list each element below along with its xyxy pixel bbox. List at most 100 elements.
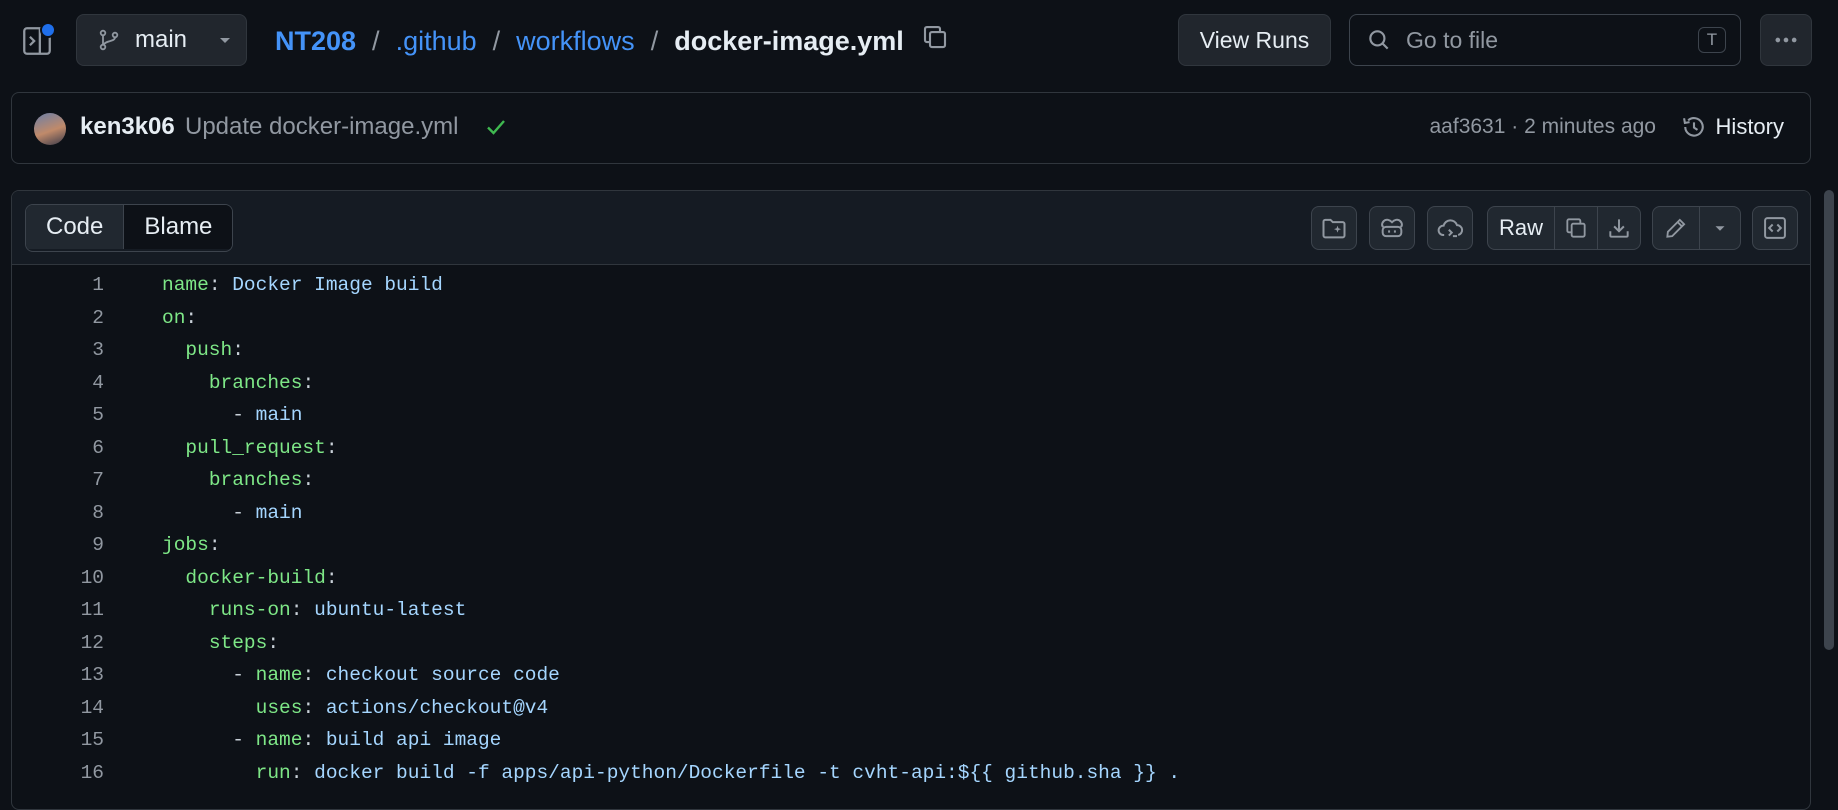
avatar[interactable] — [34, 113, 66, 145]
yaml-key: docker-build — [185, 566, 326, 589]
code-text: steps: — [208, 631, 280, 654]
breadcrumb-current-file: docker-image.yml — [674, 25, 904, 56]
breadcrumb-github-link[interactable]: .github — [396, 26, 477, 57]
commit-sha-time[interactable]: aaf3631 · 2 minutes ago — [1430, 115, 1657, 139]
yaml-key: branches — [208, 371, 303, 394]
yaml-key: branches — [208, 469, 303, 491]
view-runs-button[interactable]: View Runs — [1178, 14, 1331, 66]
history-label: History — [1715, 114, 1784, 139]
line-number[interactable]: 5 — [12, 399, 104, 431]
search-input[interactable] — [1406, 26, 1686, 54]
yaml-value: Docker Image build — [232, 274, 443, 296]
open-in-folder-button[interactable] — [1311, 206, 1357, 250]
line-number[interactable]: 14 — [12, 692, 104, 724]
yaml-value: docker build -f apps/api-python/Dockerfi… — [314, 761, 1181, 784]
download-button[interactable] — [1598, 207, 1640, 249]
code-line: 10 docker-build: — [12, 562, 1810, 594]
code-line: 16 run: docker build -f apps/api-python/… — [12, 757, 1810, 789]
line-number[interactable]: 3 — [12, 334, 104, 366]
code-line: 13 - name: checkout source code — [12, 659, 1810, 691]
branch-selector-button[interactable]: main — [76, 14, 247, 66]
yaml-value: actions/checkout@v4 — [325, 696, 549, 719]
keyboard-shortcut-badge: T — [1698, 27, 1726, 53]
line-number[interactable]: 15 — [12, 724, 104, 756]
copy-icon — [1566, 218, 1586, 238]
code-line: 9 jobs: — [12, 529, 1810, 561]
breadcrumb-repo-link[interactable]: NT208 — [275, 26, 356, 57]
breadcrumb-separator: / — [492, 25, 501, 56]
raw-copy-download-group: Raw — [1487, 206, 1641, 250]
yaml-value: checkout source code — [325, 664, 560, 686]
yaml-key: steps — [208, 631, 268, 654]
code-text: - main — [162, 404, 303, 426]
code-text: - name: build api image — [162, 729, 502, 751]
code-line: 6 pull_request: — [12, 432, 1810, 464]
code-text: run: docker build -f apps/api-python/Doc… — [255, 761, 1181, 784]
history-button[interactable]: History — [1680, 109, 1784, 145]
line-number[interactable]: 9 — [12, 529, 104, 561]
copilot-button[interactable] — [1369, 206, 1415, 250]
copy-path-button[interactable] — [920, 22, 952, 58]
check-icon[interactable] — [484, 115, 508, 139]
edit-button-group — [1652, 206, 1741, 250]
go-to-file-search[interactable]: T — [1349, 14, 1741, 66]
code-text: runs-on: ubuntu-latest — [208, 599, 467, 621]
breadcrumb: NT208 / .github / workflows / docker-ima… — [275, 20, 904, 62]
line-number[interactable]: 10 — [12, 562, 104, 594]
more-options-button[interactable] — [1760, 14, 1812, 66]
tab-blame[interactable]: Blame — [124, 205, 233, 249]
file-viewer: Code Blame Raw 1 name: Docker Image buil… — [11, 190, 1811, 810]
code-line: 7 branches: — [12, 464, 1810, 496]
code-text: push: — [185, 339, 244, 361]
edit-file-button[interactable] — [1653, 207, 1700, 249]
copy-raw-button[interactable] — [1555, 207, 1598, 249]
yaml-key: name — [162, 274, 209, 296]
raw-label: Raw — [1499, 215, 1544, 240]
line-number[interactable]: 2 — [12, 302, 104, 334]
code-line: 3 push: — [12, 334, 1810, 366]
yaml-value: ubuntu-latest — [314, 599, 467, 621]
code-text: uses: actions/checkout@v4 — [255, 696, 549, 719]
yaml-key: run — [255, 761, 291, 784]
file-directory-sparkle-icon — [1322, 218, 1346, 239]
line-number[interactable]: 12 — [12, 627, 104, 659]
symbols-panel-button[interactable] — [1752, 206, 1798, 250]
line-number[interactable]: 11 — [12, 594, 104, 626]
sidebar-toggle-button[interactable] — [20, 22, 56, 58]
code-line: 14 uses: actions/checkout@v4 — [12, 692, 1810, 724]
line-number[interactable]: 1 — [12, 269, 104, 301]
branch-name: main — [135, 26, 188, 53]
raw-button[interactable]: Raw — [1488, 207, 1555, 249]
commit-author[interactable]: ken3k06 — [80, 113, 175, 141]
yaml-key: name — [255, 664, 303, 686]
tab-code[interactable]: Code — [26, 205, 125, 249]
caret-down-icon — [1715, 226, 1725, 231]
code-text: pull_request: — [185, 436, 338, 459]
breadcrumb-separator: / — [372, 25, 380, 56]
line-number[interactable]: 7 — [12, 464, 104, 496]
code-square-icon — [1764, 217, 1786, 239]
line-number[interactable]: 6 — [12, 432, 104, 464]
caret-down-icon — [220, 38, 231, 43]
line-number[interactable]: 8 — [12, 497, 104, 529]
breadcrumb-workflows-link[interactable]: workflows — [516, 26, 635, 57]
code-text: on: — [162, 306, 198, 329]
line-number[interactable]: 4 — [12, 367, 104, 399]
code-blame-toggle: Code Blame — [25, 204, 234, 252]
yaml-key: uses — [255, 696, 303, 719]
download-icon — [1609, 219, 1629, 238]
yaml-key: runs-on — [208, 599, 291, 621]
copy-icon — [923, 25, 947, 49]
git-branch-icon — [99, 29, 119, 51]
codespaces-button[interactable] — [1427, 206, 1473, 250]
line-number[interactable]: 13 — [12, 659, 104, 691]
code-line: 15 - name: build api image — [12, 724, 1810, 756]
code-content[interactable]: 1 name: Docker Image build 2 on: 3 push: 4 br… — [12, 265, 1810, 809]
page-scrollbar[interactable] — [1824, 190, 1834, 650]
yaml-key: name — [255, 729, 303, 751]
code-text: - main — [162, 501, 303, 524]
commit-message[interactable]: Update docker-image.yml — [185, 113, 458, 141]
edit-options-dropdown[interactable] — [1700, 207, 1740, 249]
breadcrumb-separator: / — [650, 25, 659, 56]
line-number[interactable]: 16 — [12, 757, 104, 789]
